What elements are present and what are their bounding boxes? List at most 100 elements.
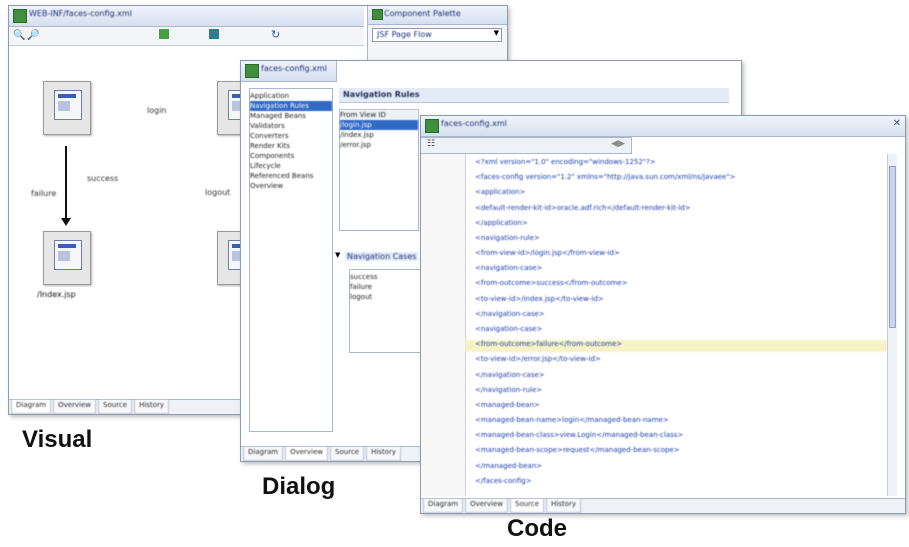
code-gutter [421,154,466,496]
refresh-icon[interactable]: ↻ [271,28,280,41]
code-titlebar: faces-config.xml ✕ [421,116,905,137]
cases-list: success failure logout [349,269,421,353]
close-icon[interactable]: ✕ [893,118,901,129]
component-palette: Component Palette JSF Page Flow ▼ [367,6,507,66]
tab-history[interactable]: History [366,447,401,461]
code-line[interactable]: <to-view-id>/index.jsp</to-view-id> [465,295,887,307]
chevron-down-icon: ▼ [493,29,499,37]
code-title: faces-config.xml [441,119,507,128]
palette-dropdown[interactable]: JSF Page Flow ▼ [372,28,502,42]
case-item[interactable]: success [350,272,420,282]
palette-dropdown-value: JSF Page Flow [377,30,432,39]
palette-titlebar: Component Palette [368,6,507,25]
code-line[interactable]: <from-outcome>success</from-outcome> [465,279,887,291]
code-line[interactable]: <?xml version="1.0" encoding="windows-12… [465,158,887,170]
edge-label-success[interactable]: success [87,174,118,183]
category-item[interactable]: Application [250,91,332,101]
tab-source[interactable]: Source [98,400,133,414]
edge-label-logout[interactable]: logout [205,188,230,197]
code-line[interactable]: <navigation-rule> [465,234,887,246]
tab-overview[interactable]: Overview [465,499,509,513]
dialog-title: faces-config.xml [261,64,327,73]
tab-history[interactable]: History [546,499,581,513]
tab-diagram[interactable]: Diagram [423,499,464,513]
category-item[interactable]: Converters [250,131,332,141]
zoom-out-icon[interactable]: 🔎 [27,30,39,41]
code-line[interactable]: <from-view-id>/login.jsp</from-view-id> [465,249,887,261]
arrow-head-icon [61,218,71,226]
fit-icon[interactable] [159,29,169,39]
tab-diagram[interactable]: Diagram [243,447,284,461]
jdev-icon [245,64,259,78]
rules-header-title: Navigation Rules [343,90,420,99]
case-item[interactable]: logout [350,292,420,302]
tab-diagram[interactable]: Diagram [11,400,52,414]
code-line[interactable]: <navigation-case> [465,264,887,276]
jdev-icon [13,9,27,23]
node-label-index: /Index.jsp [37,290,76,299]
split-icon[interactable]: ☷ [427,139,435,149]
tab-history[interactable]: History [134,400,169,414]
code-line[interactable]: <to-view-id>/error.jsp</to-view-id> [465,355,887,367]
tab-source[interactable]: Source [330,447,365,461]
overview-category-list: Application Navigation Rules Managed Bea… [249,88,333,432]
grid-icon[interactable] [209,29,219,39]
code-line[interactable]: </application> [465,219,887,231]
code-editor-tabs: Diagram Overview Source History [421,498,905,513]
code-line[interactable]: <navigation-case> [465,325,887,337]
code-line[interactable]: <from-outcome>failure</from-outcome> [465,340,887,353]
code-line[interactable]: </navigation-case> [465,310,887,322]
code-line[interactable]: <application> [465,188,887,200]
category-item[interactable]: Referenced Beans [250,171,332,181]
rules-list: From View ID /login.jsp /index.jsp /erro… [339,109,419,231]
code-line[interactable]: </managed-bean> [465,462,887,474]
rule-item[interactable]: From View ID [340,110,418,120]
palette-title: Component Palette [384,9,461,18]
code-line[interactable]: <managed-bean-name>login</managed-bean-n… [465,416,887,428]
rule-item[interactable]: /index.jsp [340,130,418,140]
code-line[interactable]: </navigation-case> [465,371,887,383]
edge-label-login[interactable]: login [147,106,167,115]
page-node-login[interactable] [43,81,91,135]
edge-label-failure[interactable]: failure [31,189,56,198]
rule-item[interactable]: /error.jsp [340,140,418,150]
nav-edge-vertical[interactable] [65,146,67,222]
case-item[interactable]: failure [350,282,420,292]
code-line[interactable]: <managed-bean-class>view.Login</managed-… [465,431,887,443]
code-window: faces-config.xml ✕ ☷ ◀▶ <?xml version="1… [420,115,906,514]
tab-overview[interactable]: Overview [285,447,329,461]
code-line[interactable]: <managed-bean-scope>request</managed-bea… [465,446,887,458]
visual-title: WEB-INF/faces-config.xml [29,9,132,18]
vertical-scrollbar[interactable] [887,154,897,496]
code-line[interactable]: </faces-config> [465,477,887,489]
tab-source[interactable]: Source [510,499,545,513]
caption-dialog: Dialog [262,473,336,500]
caption-visual: Visual [22,426,93,453]
rule-item[interactable]: /login.jsp [340,120,418,130]
jdev-icon [425,119,439,133]
category-item[interactable]: Lifecycle [250,161,332,171]
category-item[interactable]: Managed Beans [250,111,332,121]
zoom-in-icon[interactable]: 🔍 [13,30,25,41]
page-node-index[interactable] [43,231,91,285]
code-line[interactable]: <default-render-kit-id>oracle.adf.rich</… [465,204,887,216]
scrollbar-thumb[interactable] [889,166,896,328]
category-item[interactable]: Navigation Rules [250,101,332,111]
palette-icon [372,9,383,20]
cases-header: ▼ Navigation Cases [335,251,419,263]
code-lines: <?xml version="1.0" encoding="windows-12… [465,158,887,492]
category-item[interactable]: Render Kits [250,141,332,151]
collapse-icon[interactable]: ▼ [335,251,340,259]
category-item[interactable]: Overview [250,181,332,191]
tab-overview[interactable]: Overview [53,400,97,414]
visual-toolbar: 🔍 🔎 ↻ [9,27,364,46]
code-line[interactable]: <managed-bean> [465,401,887,413]
code-line[interactable]: </navigation-rule> [465,386,887,398]
code-editor[interactable]: <?xml version="1.0" encoding="windows-12… [465,154,897,496]
category-item[interactable]: Components [250,151,332,161]
nav-arrows-icon[interactable]: ◀▶ [611,139,625,149]
code-line[interactable]: <faces-config version="1.2" xmlns="http:… [465,173,887,185]
caption-code: Code [507,515,567,542]
category-item[interactable]: Validators [250,121,332,131]
visual-titlebar: WEB-INF/faces-config.xml [9,6,364,27]
